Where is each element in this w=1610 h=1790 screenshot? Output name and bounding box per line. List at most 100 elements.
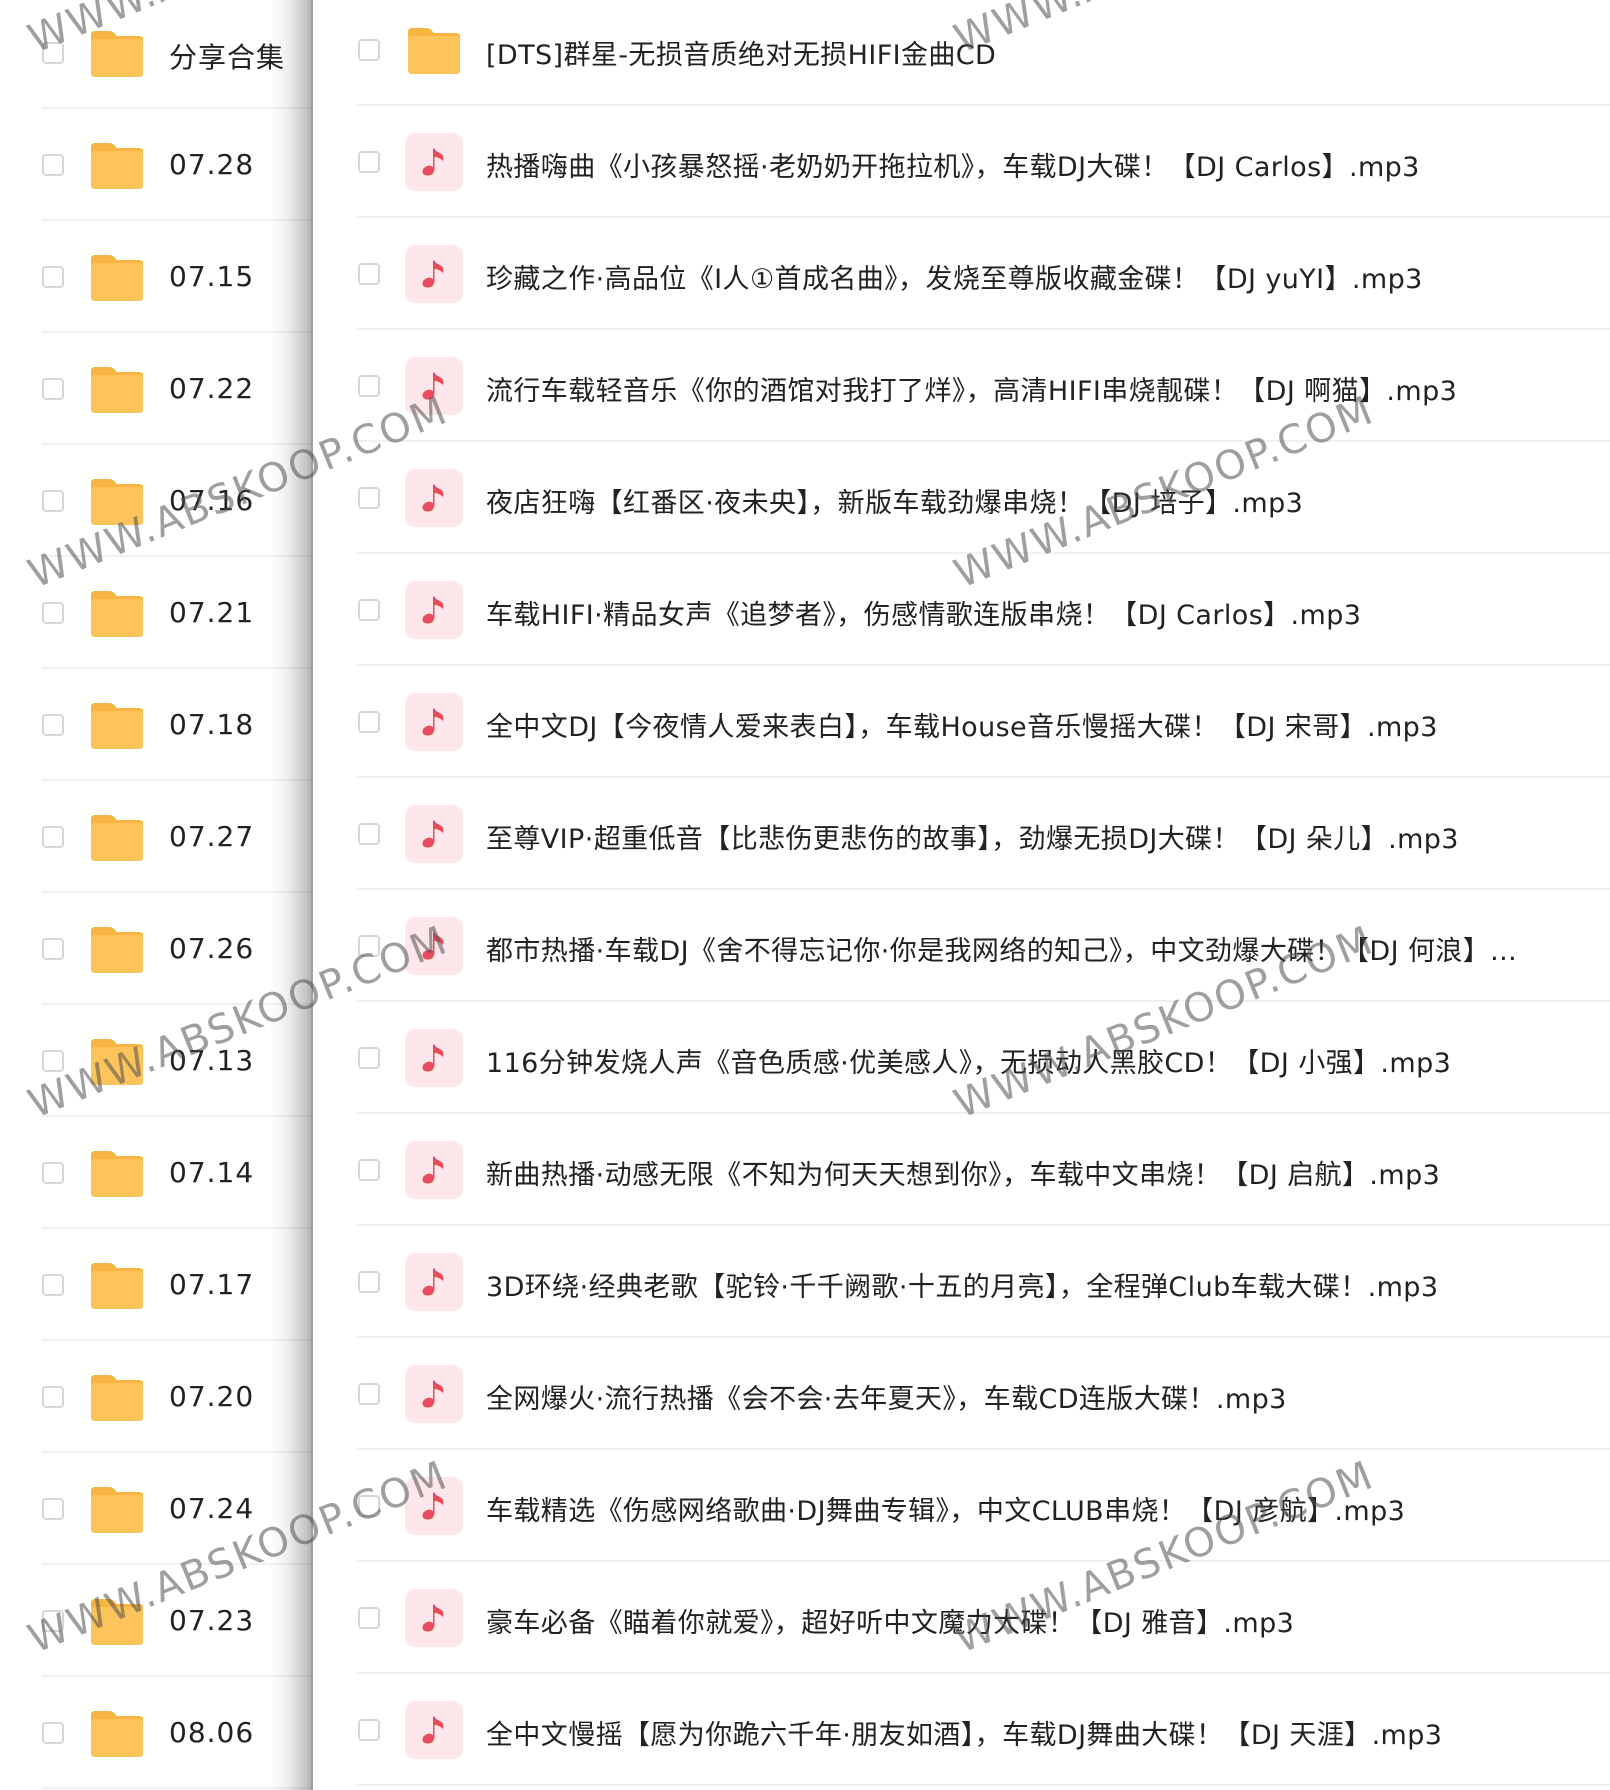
file-row[interactable]: 至尊VIP·超重低音【比悲伤更悲伤的故事】，劲爆无损DJ大碟！【DJ 朵儿】.m… — [313, 778, 1610, 890]
row-checkbox[interactable] — [42, 378, 64, 400]
file-name[interactable]: 全网爆火·流行热播《会不会·去年夏天》，车载CD连版大碟！.mp3 — [486, 1377, 1287, 1416]
file-name[interactable]: 至尊VIP·超重低音【比悲伤更悲伤的故事】，劲爆无损DJ大碟！【DJ 朵儿】.m… — [486, 817, 1459, 856]
file-row[interactable]: 全中文慢摇【愿为你跪六千年·朋友如酒】，车载DJ舞曲大碟！【DJ 天涯】.mp3 — [313, 1674, 1610, 1786]
folder-name[interactable]: 07.21 — [169, 596, 254, 629]
file-name[interactable]: 新曲热播·动感无限《不知为何天天想到你》，车载中文串烧！【DJ 启航】.mp3 — [486, 1153, 1440, 1192]
row-checkbox[interactable] — [42, 154, 64, 176]
folder-row[interactable]: 07.16 — [0, 445, 312, 557]
folder-name[interactable]: 07.26 — [169, 932, 254, 965]
file-name[interactable]: 116分钟发烧人声《音色质感·优美感人》，无损动人黑胶CD！【DJ 小强】.mp… — [486, 1041, 1451, 1080]
folder-name[interactable]: 分享合集 — [169, 36, 285, 76]
file-name[interactable]: 车载HIFI·精品女声《追梦者》，伤感情歌连版串烧！【DJ Carlos】.mp… — [486, 593, 1361, 632]
folder-name[interactable]: 07.27 — [169, 820, 254, 853]
row-checkbox[interactable] — [358, 935, 380, 957]
file-name[interactable]: 全中文DJ【今夜情人爱来表白】，车载House音乐慢摇大碟！【DJ 宋哥】.mp… — [486, 705, 1438, 744]
row-checkbox[interactable] — [42, 266, 64, 288]
row-checkbox[interactable] — [42, 1498, 64, 1520]
folder-row[interactable]: 07.24 — [0, 1453, 312, 1565]
folder-row[interactable]: [DTS]群星-无损音质绝对无损HIFI金曲CD — [313, 0, 1610, 106]
file-row[interactable]: 珍藏之作·高品位《I人①首成名曲》，发烧至尊版收藏金碟！【DJ yuYI】.mp… — [313, 218, 1610, 330]
folder-icon — [88, 1707, 146, 1759]
file-name[interactable]: 豪车必备《瞄着你就爱》，超好听中文魔力大碟！【DJ 雅音】.mp3 — [486, 1601, 1294, 1640]
row-checkbox[interactable] — [358, 823, 380, 845]
folder-row[interactable]: 07.13 — [0, 1005, 312, 1117]
folder-name[interactable]: 07.23 — [169, 1604, 254, 1637]
row-divider — [356, 1784, 1610, 1786]
file-name[interactable]: 全中文慢摇【愿为你跪六千年·朋友如酒】，车载DJ舞曲大碟！【DJ 天涯】.mp3 — [486, 1713, 1442, 1752]
file-name[interactable]: 车载精选《伤感网络歌曲·DJ舞曲专辑》，中文CLUB串烧！【DJ 彦航】.mp3 — [486, 1489, 1405, 1528]
row-checkbox[interactable] — [358, 1159, 380, 1181]
row-checkbox[interactable] — [358, 151, 380, 173]
folder-name[interactable]: 07.24 — [169, 1492, 254, 1525]
row-checkbox[interactable] — [42, 1386, 64, 1408]
file-name[interactable]: 流行车载轻音乐《你的酒馆对我打了烊》，高清HIFI串烧靓碟！【DJ 啊猫】.mp… — [486, 369, 1457, 408]
music-note-icon — [405, 1365, 463, 1423]
row-checkbox[interactable] — [358, 599, 380, 621]
row-checkbox[interactable] — [42, 1610, 64, 1632]
row-checkbox[interactable] — [358, 1383, 380, 1405]
row-checkbox[interactable] — [358, 487, 380, 509]
row-checkbox[interactable] — [358, 1607, 380, 1629]
row-checkbox[interactable] — [358, 1495, 380, 1517]
folder-name[interactable]: 07.14 — [169, 1156, 254, 1189]
row-checkbox[interactable] — [42, 938, 64, 960]
file-row[interactable]: 夜店狂嗨【红番区·夜未央】，新版车载劲爆串烧！【DJ 培子】.mp3 — [313, 442, 1610, 554]
folder-row[interactable]: 分享合集 — [0, 0, 312, 109]
folder-row[interactable]: 07.28 — [0, 109, 312, 221]
file-row[interactable]: 热播嗨曲《小孩暴怒摇·老奶奶开拖拉机》，车载DJ大碟！【DJ Carlos】.m… — [313, 106, 1610, 218]
file-row[interactable]: 116分钟发烧人声《音色质感·优美感人》，无损动人黑胶CD！【DJ 小强】.mp… — [313, 1002, 1610, 1114]
folder-name[interactable]: 07.28 — [169, 148, 254, 181]
file-row[interactable]: 新曲热播·动感无限《不知为何天天想到你》，车载中文串烧！【DJ 启航】.mp3 — [313, 1114, 1610, 1226]
file-row[interactable]: 都市热播·车载DJ《舍不得忘记你·你是我网络的知己》，中文劲爆大碟！【DJ 何浪… — [313, 890, 1610, 1002]
folder-name[interactable]: 07.22 — [169, 372, 254, 405]
file-name[interactable]: 都市热播·车载DJ《舍不得忘记你·你是我网络的知己》，中文劲爆大碟！【DJ 何浪… — [486, 929, 1517, 968]
folder-row[interactable]: 08.06 — [0, 1677, 312, 1789]
row-checkbox[interactable] — [358, 1047, 380, 1069]
file-name[interactable]: 珍藏之作·高品位《I人①首成名曲》，发烧至尊版收藏金碟！【DJ yuYI】.mp… — [486, 257, 1423, 296]
file-row[interactable]: 流行车载轻音乐《你的酒馆对我打了烊》，高清HIFI串烧靓碟！【DJ 啊猫】.mp… — [313, 330, 1610, 442]
file-name[interactable]: 热播嗨曲《小孩暴怒摇·老奶奶开拖拉机》，车载DJ大碟！【DJ Carlos】.m… — [486, 145, 1420, 184]
folder-name[interactable]: 07.15 — [169, 260, 254, 293]
folder-name[interactable]: 07.17 — [169, 1268, 254, 1301]
folder-row[interactable]: 07.14 — [0, 1117, 312, 1229]
folder-icon — [88, 811, 146, 863]
file-row[interactable]: 3D环绕·经典老歌【驼铃·千千阙歌·十五的月亮】，全程弹Club车载大碟！.mp… — [313, 1226, 1610, 1338]
file-row[interactable]: 全网爆火·流行热播《会不会·去年夏天》，车载CD连版大碟！.mp3 — [313, 1338, 1610, 1450]
row-checkbox[interactable] — [358, 375, 380, 397]
folder-row[interactable]: 07.26 — [0, 893, 312, 1005]
folder-row[interactable]: 07.22 — [0, 333, 312, 445]
folder-name[interactable]: 07.13 — [169, 1044, 254, 1077]
folder-name[interactable]: 07.18 — [169, 708, 254, 741]
folder-row[interactable]: 07.15 — [0, 221, 312, 333]
row-checkbox[interactable] — [358, 711, 380, 733]
row-checkbox[interactable] — [42, 490, 64, 512]
row-checkbox[interactable] — [42, 826, 64, 848]
row-checkbox[interactable] — [42, 1050, 64, 1072]
file-row[interactable]: 车载HIFI·精品女声《追梦者》，伤感情歌连版串烧！【DJ Carlos】.mp… — [313, 554, 1610, 666]
folder-row[interactable]: 07.20 — [0, 1341, 312, 1453]
file-name[interactable]: 3D环绕·经典老歌【驼铃·千千阙歌·十五的月亮】，全程弹Club车载大碟！.mp… — [486, 1265, 1438, 1304]
file-name[interactable]: 夜店狂嗨【红番区·夜未央】，新版车载劲爆串烧！【DJ 培子】.mp3 — [486, 481, 1303, 520]
folder-name[interactable]: 07.20 — [169, 1380, 254, 1413]
file-row[interactable]: 车载精选《伤感网络歌曲·DJ舞曲专辑》，中文CLUB串烧！【DJ 彦航】.mp3 — [313, 1450, 1610, 1562]
row-checkbox[interactable] — [42, 42, 64, 64]
row-checkbox[interactable] — [42, 1722, 64, 1744]
row-checkbox[interactable] — [42, 602, 64, 624]
row-checkbox[interactable] — [358, 39, 380, 61]
folder-row[interactable]: 07.21 — [0, 557, 312, 669]
folder-name[interactable]: [DTS]群星-无损音质绝对无损HIFI金曲CD — [486, 33, 996, 72]
row-checkbox[interactable] — [42, 1274, 64, 1296]
folder-name[interactable]: 07.16 — [169, 484, 254, 517]
file-row[interactable]: 豪车必备《瞄着你就爱》，超好听中文魔力大碟！【DJ 雅音】.mp3 — [313, 1562, 1610, 1674]
row-checkbox[interactable] — [358, 1271, 380, 1293]
row-checkbox[interactable] — [358, 263, 380, 285]
folder-row[interactable]: 07.23 — [0, 1565, 312, 1677]
row-checkbox[interactable] — [42, 714, 64, 736]
row-checkbox[interactable] — [42, 1162, 64, 1184]
folder-row[interactable]: 07.17 — [0, 1229, 312, 1341]
folder-name[interactable]: 08.06 — [169, 1716, 254, 1749]
folder-row[interactable]: 07.18 — [0, 669, 312, 781]
file-row[interactable]: 全中文DJ【今夜情人爱来表白】，车载House音乐慢摇大碟！【DJ 宋哥】.mp… — [313, 666, 1610, 778]
row-checkbox[interactable] — [358, 1719, 380, 1741]
folder-row[interactable]: 07.27 — [0, 781, 312, 893]
